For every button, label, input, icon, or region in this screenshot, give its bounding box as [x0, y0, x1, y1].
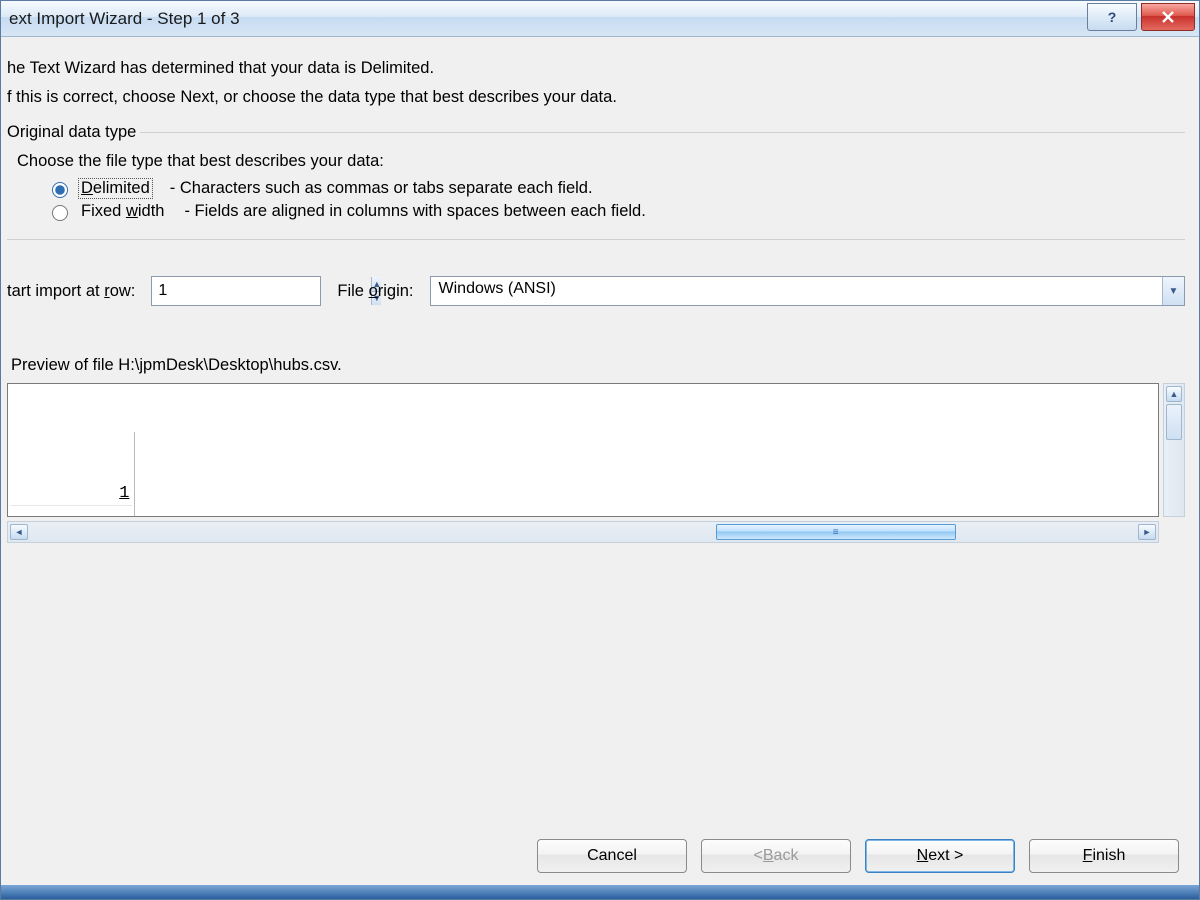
group-desc: Choose the file type that best describes…: [17, 152, 1185, 171]
preview-label: Preview of file H:\jpmDesk\Desktop\hubs.…: [11, 356, 1185, 375]
line-number: 1: [10, 482, 132, 506]
dialog-buttons: Cancel < Back Next > Finish: [537, 839, 1179, 873]
radio-delimited[interactable]: [52, 182, 68, 198]
scroll-track-horizontal[interactable]: ≡: [28, 524, 1138, 540]
file-origin-combo[interactable]: Windows (ANSI) ▼: [430, 276, 1185, 306]
file-origin-value: Windows (ANSI): [431, 277, 1162, 305]
help-button[interactable]: ?: [1087, 3, 1137, 31]
radio-delimited-label[interactable]: Delimited: [79, 179, 152, 198]
scroll-thumb-horizontal[interactable]: ≡: [716, 524, 956, 540]
intro-text-2: f this is correct, choose Next, or choos…: [7, 88, 1185, 107]
next-button[interactable]: Next >: [865, 839, 1015, 873]
horizontal-scrollbar[interactable]: ◄ ≡ ►: [7, 521, 1159, 543]
original-data-type-group: Original data type Choose the file type …: [7, 123, 1185, 239]
window-buttons: ?: [1087, 1, 1199, 31]
help-icon: ?: [1104, 9, 1120, 25]
group-legend: Original data type: [7, 123, 140, 142]
radio-row-delimited: Delimited - Characters such as commas or…: [47, 179, 1185, 198]
radio-fixed-label[interactable]: Fixed width: [79, 202, 166, 221]
finish-button[interactable]: Finish: [1029, 839, 1179, 873]
close-icon: [1161, 10, 1175, 24]
window-title: ext Import Wizard - Step 1 of 3: [9, 9, 240, 29]
vertical-scrollbar[interactable]: ▲: [1163, 383, 1185, 517]
file-origin-label: File origin:: [337, 282, 413, 301]
radio-fixed-width[interactable]: [52, 205, 68, 221]
preview-box: 1 2 3 4 5 ws Server 2003 and 2008","Publ…: [7, 383, 1159, 517]
preview-line: [137, 482, 882, 506]
cancel-button[interactable]: Cancel: [537, 839, 687, 873]
preview-lines: ws Server 2003 and 2008","Published","85…: [135, 432, 884, 517]
radio-row-fixed: Fixed width - Fields are aligned in colu…: [47, 202, 1185, 221]
scroll-left-icon[interactable]: ◄: [10, 524, 28, 540]
svg-text:?: ?: [1108, 9, 1117, 25]
scroll-up-icon[interactable]: ▲: [1166, 386, 1182, 402]
radio-delimited-desc: - Characters such as commas or tabs sepa…: [170, 179, 593, 198]
chevron-down-icon[interactable]: ▼: [1162, 277, 1184, 305]
preview-gutter: 1 2 3 4 5: [8, 432, 135, 517]
start-row-spinner[interactable]: ▲ ▼: [151, 276, 321, 306]
scroll-thumb-vertical[interactable]: [1166, 404, 1182, 440]
radio-fixed-desc: - Fields are aligned in columns with spa…: [184, 202, 645, 221]
settings-row: tart import at row: ▲ ▼ File origin: Win…: [7, 276, 1185, 306]
text-import-wizard-dialog: ext Import Wizard - Step 1 of 3 ? he Tex…: [0, 0, 1200, 900]
start-row-label: tart import at row:: [7, 282, 135, 301]
intro-text-1: he Text Wizard has determined that your …: [7, 59, 1185, 78]
grip-icon: ≡: [833, 527, 840, 538]
back-button: < Back: [701, 839, 851, 873]
scroll-right-icon[interactable]: ►: [1138, 524, 1156, 540]
close-button[interactable]: [1141, 3, 1195, 31]
bottom-border: [1, 885, 1199, 899]
title-bar[interactable]: ext Import Wizard - Step 1 of 3 ?: [1, 1, 1199, 37]
